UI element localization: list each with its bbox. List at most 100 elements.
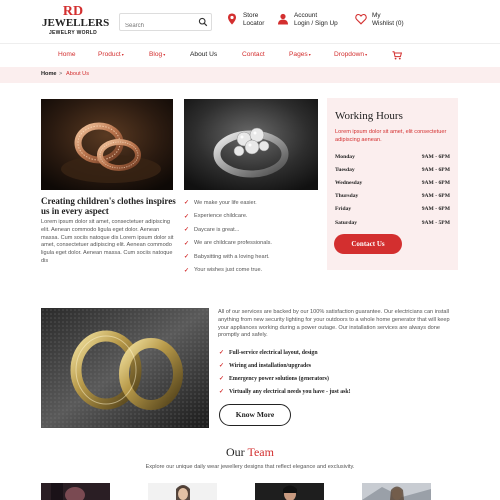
site-header: RD JEWELLERS JEWELRY WORLD Store Locator… — [0, 0, 500, 44]
hours-time: 9AM - 6PM — [421, 206, 450, 213]
nav-item-dropdown[interactable]: Dropdown▾ — [334, 51, 367, 58]
team-member-photo — [362, 483, 431, 500]
team-member-photo — [41, 483, 110, 500]
heart-icon — [355, 14, 367, 25]
list-item-label: Emergency power solutions (generators) — [229, 375, 329, 382]
nav-item-label: Home — [58, 51, 76, 58]
feature-checklist: ✓ We make your life easier. ✓ Experience c… — [184, 196, 318, 277]
account-line-1: Account — [294, 12, 318, 19]
nav-item-home[interactable]: Home — [58, 51, 76, 58]
list-item: ✓ Emergency power solutions (generators) — [219, 372, 351, 385]
breadcrumb-current: About Us — [66, 71, 90, 77]
wishlist-line-2: Wishlist (0) — [372, 20, 404, 27]
store-locator-link[interactable]: Store Locator — [226, 12, 264, 28]
list-item: ✓ Your wishes just come true. — [184, 264, 318, 278]
check-icon: ✓ — [184, 254, 190, 261]
list-item-label: Experience childcare. — [194, 213, 248, 220]
account-line-2: Login / Sign Up — [294, 20, 338, 27]
list-item: ✓ Daycare is great... — [184, 223, 318, 237]
user-icon — [278, 13, 288, 25]
main-nav: Home Product▾ Blog▾ About Us Contact Pag… — [0, 45, 500, 67]
list-item-label: We are childcare professionals. — [194, 240, 272, 247]
list-item: ✓ Full-service electrical layout, design — [219, 346, 351, 359]
breadcrumb: Home > About Us — [0, 67, 500, 83]
check-icon: ✓ — [219, 389, 225, 395]
nav-item-label: Product — [98, 51, 121, 58]
list-item-label: Babysitting with a loving heart. — [194, 253, 270, 260]
check-icon: ✓ — [219, 350, 225, 356]
list-item-label: Daycare is great... — [194, 226, 240, 233]
hours-row: Thursday 9AM - 6PM — [335, 190, 450, 203]
team-heading-part-1: Our — [226, 445, 245, 459]
check-icon: ✓ — [184, 200, 190, 207]
hours-row: Saturday 9AM - 5PM — [335, 216, 450, 229]
list-item: ✓ Babysitting with a loving heart. — [184, 250, 318, 264]
check-icon: ✓ — [184, 227, 190, 234]
hours-row: Friday 9AM - 6PM — [335, 203, 450, 216]
check-icon: ✓ — [184, 240, 190, 247]
contact-us-button[interactable]: Contact Us — [334, 234, 402, 254]
nav-item-label: Blog — [149, 51, 163, 58]
nav-item-blog[interactable]: Blog▾ — [149, 51, 165, 58]
list-item-label: Your wishes just come true. — [194, 267, 263, 274]
logo-line-3: JEWELRY WORLD — [48, 30, 98, 36]
check-icon: ✓ — [184, 213, 190, 220]
nav-item-pages[interactable]: Pages▾ — [289, 51, 311, 58]
working-hours-description: Lorem ipsum dolor sit amet, elit consect… — [335, 129, 447, 143]
list-item-label: Virtually any electrical needs you have … — [229, 388, 351, 395]
logo[interactable]: RD JEWELLERS JEWELRY WORLD — [42, 5, 110, 37]
store-locator-line-1: Store — [243, 12, 259, 19]
chevron-down-icon: ▾ — [121, 51, 124, 57]
search-input[interactable] — [120, 18, 196, 34]
team-subtitle: Explore our unique daily wear jewellery … — [145, 464, 355, 470]
chevron-down-icon: ▾ — [308, 51, 311, 57]
section-paragraph: Lorem ipsum dolor sit amet, consectetuer… — [41, 219, 174, 264]
gold-wedding-bands-image — [41, 308, 209, 428]
store-locator-line-2: Locator — [243, 20, 265, 27]
hours-time: 9AM - 6PM — [421, 193, 450, 200]
services-paragraph: All of our services are backed by our 10… — [218, 309, 450, 339]
hours-time: 9AM - 6PM — [421, 179, 450, 186]
nav-item-contact[interactable]: Contact — [242, 51, 265, 58]
list-item: ✓ Experience childcare. — [184, 210, 318, 224]
list-item-label: Full-service electrical layout, design — [229, 349, 318, 356]
hours-table: Monday 9AM - 6PM Tuesday 9AM - 6PM Wednesd… — [335, 150, 450, 229]
know-more-button[interactable]: Know More — [219, 404, 291, 426]
hours-day: Tuesday — [335, 166, 355, 173]
wishlist-link[interactable]: My Wishlist (0) — [355, 12, 404, 28]
check-icon: ✓ — [219, 376, 225, 382]
hours-day: Thursday — [335, 193, 359, 200]
breadcrumb-home[interactable]: Home — [41, 71, 57, 77]
hours-row: Tuesday 9AM - 6PM — [335, 163, 450, 176]
hours-row: Monday 9AM - 6PM — [335, 150, 450, 163]
working-hours-card: Working Hours Lorem ipsum dolor sit amet… — [327, 98, 458, 270]
cart-icon[interactable] — [392, 51, 402, 60]
search-icon[interactable] — [198, 17, 208, 27]
check-icon: ✓ — [184, 267, 190, 274]
nav-item-label: Pages — [289, 51, 308, 58]
list-item-label: Wiring and installation/upgrades — [229, 362, 312, 369]
rose-gold-rings-image — [41, 99, 173, 190]
hours-time: 9AM - 5PM — [421, 219, 450, 226]
list-item: ✓ We make your life easier. — [184, 196, 318, 210]
location-pin-icon — [228, 13, 236, 25]
hours-row: Wednesday 9AM - 6PM — [335, 176, 450, 189]
list-item-label: We make your life easier. — [194, 199, 257, 206]
team-heading: Our Team — [0, 445, 500, 460]
hours-time: 9AM - 6PM — [421, 153, 450, 160]
chevron-down-icon: ▾ — [163, 51, 166, 57]
list-item: ✓ We are childcare professionals. — [184, 237, 318, 251]
hours-day: Friday — [335, 206, 352, 213]
section-title: Creating children's clothes inspires us … — [41, 196, 176, 216]
logo-line-2: JEWELLERS — [42, 17, 110, 29]
services-checklist: ✓ Full-service electrical layout, design … — [219, 346, 351, 398]
check-icon: ✓ — [219, 363, 225, 369]
working-hours-title: Working Hours — [335, 110, 403, 122]
nav-item-label: Dropdown — [334, 51, 365, 58]
list-item: ✓ Wiring and installation/upgrades — [219, 359, 351, 372]
diamond-ring-image — [184, 99, 318, 190]
nav-item-product[interactable]: Product▾ — [98, 51, 124, 58]
nav-item-about-us[interactable]: About Us — [190, 51, 217, 58]
account-link[interactable]: Account Login / Sign Up — [277, 12, 338, 28]
chevron-down-icon: ▾ — [365, 51, 368, 57]
